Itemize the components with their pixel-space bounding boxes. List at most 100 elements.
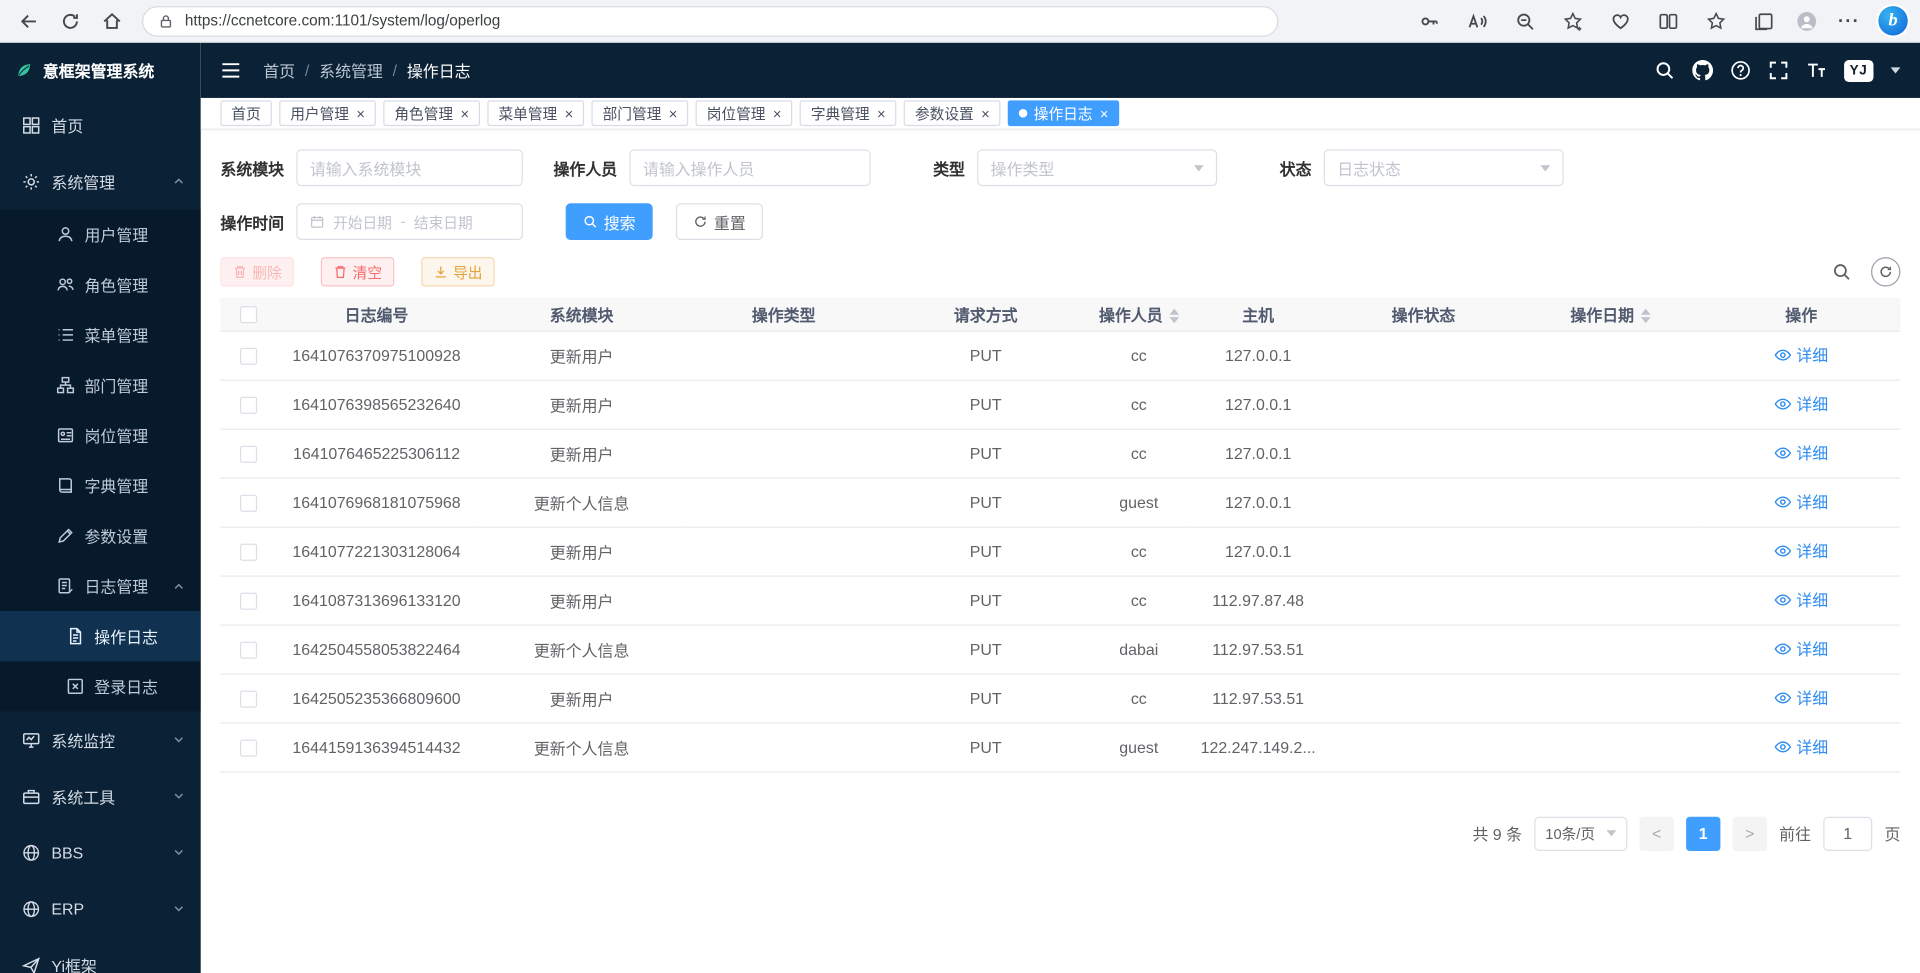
- sidebar-item-menu-mgmt[interactable]: 菜单管理: [0, 310, 201, 360]
- select-all-checkbox[interactable]: [239, 306, 256, 323]
- close-icon[interactable]: ×: [669, 106, 678, 121]
- sidebar-item-param-settings[interactable]: 参数设置: [0, 511, 201, 561]
- url-text[interactable]: https://ccnetcore.com:1101/system/log/op…: [185, 12, 500, 29]
- sidebar-item-system-mgmt[interactable]: 系统管理: [0, 153, 201, 209]
- next-page-button[interactable]: >: [1733, 816, 1767, 850]
- status-select[interactable]: 日志状态: [1324, 149, 1564, 186]
- detail-link[interactable]: 详细: [1774, 686, 1828, 709]
- search-button[interactable]: 搜索: [566, 203, 653, 240]
- export-button[interactable]: 导出: [421, 257, 494, 286]
- row-checkbox[interactable]: [239, 543, 256, 560]
- app-logo[interactable]: 意框架管理系统: [0, 43, 201, 97]
- sidebar-item-system-tools[interactable]: 系统工具: [0, 768, 201, 824]
- fullscreen-icon[interactable]: [1768, 60, 1789, 81]
- more-icon[interactable]: ···: [1831, 4, 1868, 38]
- sidebar-item-yi-framework[interactable]: Yi框架: [0, 937, 201, 973]
- sidebar-item-home[interactable]: 首页: [0, 97, 201, 153]
- row-checkbox[interactable]: [239, 739, 256, 756]
- row-checkbox[interactable]: [239, 347, 256, 364]
- delete-button[interactable]: 删除: [220, 257, 293, 286]
- detail-link[interactable]: 详细: [1774, 637, 1828, 660]
- date-range-picker[interactable]: 开始日期 - 结束日期: [296, 203, 523, 240]
- sidebar-item-log-mgmt[interactable]: 日志管理: [0, 561, 201, 611]
- col-operator[interactable]: 操作人员: [1090, 298, 1188, 331]
- close-icon[interactable]: ×: [773, 106, 782, 121]
- tab-home[interactable]: 首页: [220, 100, 271, 126]
- detail-link[interactable]: 详细: [1774, 343, 1828, 366]
- bing-icon[interactable]: b: [1878, 6, 1907, 35]
- reset-button[interactable]: 重置: [676, 203, 763, 240]
- browser-essentials-icon[interactable]: [1602, 4, 1639, 38]
- sort-caret[interactable]: [1640, 309, 1650, 324]
- operator-input[interactable]: 请输入操作人员: [629, 149, 870, 186]
- tab-post-mgmt[interactable]: 岗位管理×: [696, 100, 793, 126]
- tab-dict-mgmt[interactable]: 字典管理×: [800, 100, 897, 126]
- read-aloud-icon[interactable]: [1458, 4, 1495, 38]
- home-icon[interactable]: [93, 4, 130, 38]
- user-logo[interactable]: YJ: [1844, 59, 1874, 81]
- tab-role-mgmt[interactable]: 角色管理×: [383, 100, 480, 126]
- tab-menu-mgmt[interactable]: 菜单管理×: [487, 100, 584, 126]
- close-icon[interactable]: ×: [565, 106, 574, 121]
- github-icon[interactable]: [1692, 60, 1713, 81]
- detail-link[interactable]: 详细: [1774, 588, 1828, 611]
- caret-down-icon[interactable]: [1891, 67, 1901, 73]
- search-icon[interactable]: [1654, 60, 1675, 81]
- refresh-button[interactable]: [1871, 257, 1900, 286]
- zoom-out-icon[interactable]: [1506, 4, 1543, 38]
- sidebar-item-operation-log[interactable]: 操作日志: [0, 611, 201, 661]
- tab-dept-mgmt[interactable]: 部门管理×: [592, 100, 689, 126]
- sidebar-item-user-mgmt[interactable]: 用户管理: [0, 209, 201, 259]
- close-icon[interactable]: ×: [981, 106, 990, 121]
- row-checkbox[interactable]: [239, 592, 256, 609]
- sidebar-item-role-mgmt[interactable]: 角色管理: [0, 260, 201, 310]
- sidebar-item-post-mgmt[interactable]: 岗位管理: [0, 410, 201, 460]
- sidebar-item-erp[interactable]: ERP: [0, 880, 201, 936]
- profile-avatar[interactable]: [1793, 7, 1820, 34]
- split-screen-icon[interactable]: [1649, 4, 1686, 38]
- breadcrumb-home[interactable]: 首页: [263, 59, 295, 82]
- close-icon[interactable]: ×: [356, 106, 365, 121]
- detail-link[interactable]: 详细: [1774, 490, 1828, 513]
- search-icon[interactable]: [1832, 262, 1852, 282]
- tab-param-settings[interactable]: 参数设置×: [904, 100, 1001, 126]
- type-select[interactable]: 操作类型: [977, 149, 1217, 186]
- hamburger-icon[interactable]: [220, 60, 241, 81]
- password-key-icon[interactable]: [1411, 4, 1448, 38]
- sort-caret[interactable]: [1169, 309, 1179, 324]
- sidebar-item-bbs[interactable]: BBS: [0, 824, 201, 880]
- tab-operation-log[interactable]: 操作日志×: [1008, 100, 1119, 126]
- row-checkbox[interactable]: [239, 494, 256, 511]
- close-icon[interactable]: ×: [1100, 106, 1109, 121]
- clear-button[interactable]: 清空: [321, 257, 394, 286]
- page-number-1[interactable]: 1: [1686, 816, 1720, 850]
- add-favorite-icon[interactable]: [1554, 4, 1591, 38]
- tab-user-mgmt[interactable]: 用户管理×: [279, 100, 376, 126]
- close-icon[interactable]: ×: [877, 106, 886, 121]
- font-size-icon[interactable]: [1806, 60, 1827, 81]
- favorites-icon[interactable]: [1697, 4, 1734, 38]
- sidebar-item-dict-mgmt[interactable]: 字典管理: [0, 460, 201, 510]
- page-size-select[interactable]: 10条/页: [1534, 816, 1627, 850]
- row-checkbox[interactable]: [239, 690, 256, 707]
- help-icon[interactable]: [1730, 60, 1751, 81]
- row-checkbox[interactable]: [239, 396, 256, 413]
- sidebar-item-system-monitor[interactable]: 系统监控: [0, 711, 201, 767]
- row-checkbox[interactable]: [239, 445, 256, 462]
- close-icon[interactable]: ×: [460, 106, 469, 121]
- detail-link[interactable]: 详细: [1774, 539, 1828, 562]
- col-date[interactable]: 操作日期: [1518, 298, 1702, 331]
- goto-page-input[interactable]: [1823, 816, 1872, 850]
- back-icon[interactable]: [10, 4, 47, 38]
- collections-icon[interactable]: [1745, 4, 1782, 38]
- breadcrumb-system-mgmt[interactable]: 系统管理: [319, 59, 383, 82]
- prev-page-button[interactable]: <: [1640, 816, 1674, 850]
- detail-link[interactable]: 详细: [1774, 441, 1828, 464]
- address-bar[interactable]: https://ccnetcore.com:1101/system/log/op…: [142, 6, 1278, 37]
- refresh-icon[interactable]: [51, 4, 88, 38]
- sidebar-item-login-log[interactable]: 登录日志: [0, 661, 201, 711]
- detail-link[interactable]: 详细: [1774, 735, 1828, 758]
- sidebar-item-dept-mgmt[interactable]: 部门管理: [0, 360, 201, 410]
- row-checkbox[interactable]: [239, 641, 256, 658]
- detail-link[interactable]: 详细: [1774, 392, 1828, 415]
